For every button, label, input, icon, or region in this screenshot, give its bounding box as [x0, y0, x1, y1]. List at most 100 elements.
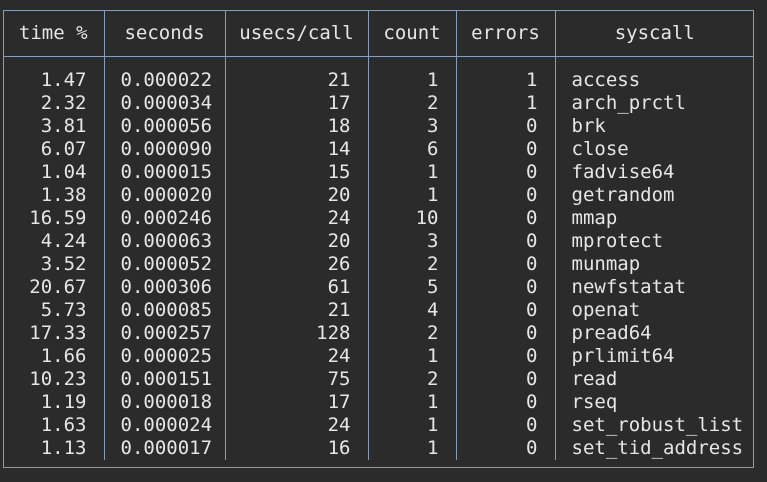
table-row: 5.73 0.000085 21 4 0 openat	[3, 299, 754, 322]
cell-count: 3	[368, 115, 457, 138]
table-row: 20.67 0.000306 61 5 0 newfstatat	[3, 276, 754, 299]
cell-errors: 0	[456, 161, 556, 184]
cell-usecs-per-call: 24	[225, 207, 369, 230]
cell-syscall: prlimit64	[571, 345, 675, 367]
cell-usecs-per-call: 20	[225, 230, 369, 253]
table-row: 1.19 0.000018 17 1 0 rseq	[3, 391, 754, 414]
cell-usecs-per-call: 26	[225, 253, 369, 276]
cell-seconds: 0.000306	[104, 276, 226, 299]
table-row: 1.47 0.000022 21 1 1 access	[3, 69, 754, 92]
cell-usecs-per-call: 128	[225, 322, 369, 345]
cell-syscall: set_robust_list	[571, 414, 744, 436]
cell-time-percent: 1.04	[3, 161, 105, 184]
cell-usecs-per-call: 61	[225, 276, 369, 299]
cell-errors: 0	[456, 184, 556, 207]
cell-errors: 0	[456, 230, 556, 253]
cell-count: 1	[368, 437, 457, 460]
table-row: 1.63 0.000024 24 1 0 set_robust_list	[3, 414, 754, 437]
table-row: 10.23 0.000151 75 2 0 read	[3, 368, 754, 391]
cell-errors: 0	[456, 391, 556, 414]
cell-time-percent: 2.32	[3, 92, 105, 115]
cell-count: 2	[368, 253, 457, 276]
header-errors: errors	[456, 10, 556, 57]
cell-time-percent: 5.73	[3, 299, 105, 322]
table-row: 1.66 0.000025 24 1 0 prlimit64	[3, 345, 754, 368]
cell-syscall: mmap	[571, 207, 618, 229]
cell-syscall: rseq	[571, 391, 618, 413]
cell-time-percent: 1.47	[3, 69, 105, 92]
cell-syscall: openat	[571, 299, 641, 321]
syscall-summary-table: time % seconds usecs/call count errors s…	[3, 10, 754, 460]
cell-time-percent: 1.13	[3, 437, 105, 460]
cell-count: 1	[368, 69, 457, 92]
cell-usecs-per-call: 24	[225, 414, 369, 437]
cell-usecs-per-call: 24	[225, 345, 369, 368]
cell-time-percent: 3.52	[3, 253, 105, 276]
cell-seconds: 0.000025	[104, 345, 226, 368]
cell-time-percent: 4.24	[3, 230, 105, 253]
cell-seconds: 0.000056	[104, 115, 226, 138]
cell-seconds: 0.000024	[104, 414, 226, 437]
header-usecs-per-call: usecs/call	[225, 10, 369, 57]
cell-errors: 0	[456, 414, 556, 437]
cell-time-percent: 3.81	[3, 115, 105, 138]
cell-count: 1	[368, 184, 457, 207]
cell-count: 10	[368, 207, 457, 230]
cell-seconds: 0.000090	[104, 138, 226, 161]
cell-time-percent: 1.19	[3, 391, 105, 414]
cell-usecs-per-call: 75	[225, 368, 369, 391]
cell-errors: 0	[456, 253, 556, 276]
table-row: 1.04 0.000015 15 1 0 fadvise64	[3, 161, 754, 184]
header-count: count	[368, 10, 457, 57]
table-row: 17.33 0.000257 128 2 0 pread64	[3, 322, 754, 345]
cell-errors: 0	[456, 368, 556, 391]
header-time-percent: time %	[3, 10, 105, 57]
cell-usecs-per-call: 15	[225, 161, 369, 184]
header-seconds: seconds	[104, 10, 226, 57]
table-header-row: time % seconds usecs/call count errors s…	[3, 10, 754, 57]
cell-usecs-per-call: 21	[225, 299, 369, 322]
table-row: 3.81 0.000056 18 3 0 brk	[3, 115, 754, 138]
cell-syscall: set_tid_address	[571, 437, 744, 459]
header-syscall: syscall	[555, 10, 754, 57]
table-row: 1.38 0.000020 20 1 0 getrandom	[3, 184, 754, 207]
cell-count: 2	[368, 322, 457, 345]
cell-time-percent: 1.38	[3, 184, 105, 207]
cell-syscall: arch_prctl	[571, 92, 686, 114]
cell-errors: 0	[456, 299, 556, 322]
cell-syscall: getrandom	[571, 184, 675, 206]
cell-time-percent: 10.23	[3, 368, 105, 391]
cell-usecs-per-call: 21	[225, 69, 369, 92]
cell-usecs-per-call: 14	[225, 138, 369, 161]
table-row: 16.59 0.000246 24 10 0 mmap	[3, 207, 754, 230]
cell-seconds: 0.000015	[104, 161, 226, 184]
cell-errors: 0	[456, 322, 556, 345]
cell-syscall: newfstatat	[571, 276, 686, 298]
cell-seconds: 0.000034	[104, 92, 226, 115]
cell-seconds: 0.000257	[104, 322, 226, 345]
cell-errors: 0	[456, 115, 556, 138]
table-row: 2.32 0.000034 17 2 1 arch_prctl	[3, 92, 754, 115]
cell-count: 5	[368, 276, 457, 299]
cell-usecs-per-call: 16	[225, 437, 369, 460]
cell-count: 1	[368, 161, 457, 184]
cell-seconds: 0.000085	[104, 299, 226, 322]
cell-count: 2	[368, 368, 457, 391]
cell-seconds: 0.000017	[104, 437, 226, 460]
cell-count: 1	[368, 414, 457, 437]
cell-time-percent: 16.59	[3, 207, 105, 230]
cell-time-percent: 17.33	[3, 322, 105, 345]
table-row: 3.52 0.000052 26 2 0 munmap	[3, 253, 754, 276]
cell-errors: 1	[456, 92, 556, 115]
cell-syscall: fadvise64	[571, 161, 675, 183]
cell-errors: 0	[456, 276, 556, 299]
table-row: 6.07 0.000090 14 6 0 close	[3, 138, 754, 161]
cell-count: 2	[368, 92, 457, 115]
cell-seconds: 0.000022	[104, 69, 226, 92]
cell-count: 1	[368, 391, 457, 414]
cell-time-percent: 20.67	[3, 276, 105, 299]
cell-time-percent: 1.63	[3, 414, 105, 437]
cell-syscall: access	[571, 69, 641, 91]
cell-errors: 0	[456, 345, 556, 368]
cell-usecs-per-call: 17	[225, 391, 369, 414]
